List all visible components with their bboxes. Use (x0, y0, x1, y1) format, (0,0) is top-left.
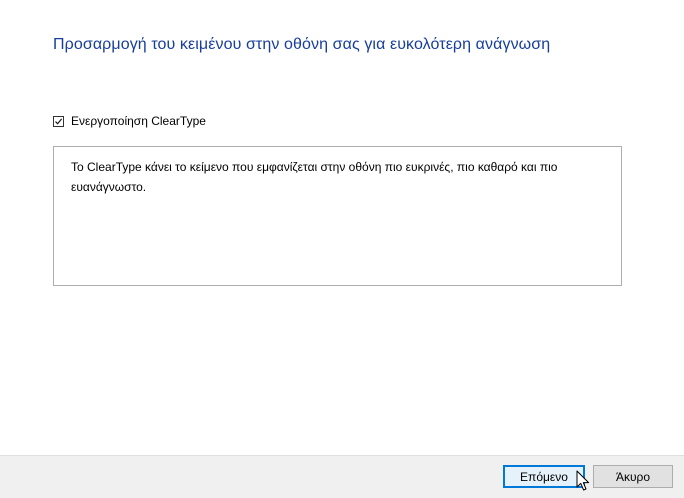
page-title: Προσαρμογή του κειμένου στην οθόνη σας γ… (53, 36, 551, 53)
check-icon (55, 118, 63, 125)
cancel-button[interactable]: Άκυρο (593, 465, 673, 488)
cleartype-checkbox-label[interactable]: Ενεργοποίηση ClearType (71, 114, 206, 128)
cleartype-checkbox-row[interactable]: Ενεργοποίηση ClearType (53, 114, 206, 128)
description-box: Το ClearType κάνει το κείμενο που εμφανί… (53, 146, 622, 286)
description-text: Το ClearType κάνει το κείμενο που εμφανί… (71, 160, 558, 194)
wizard-content: Προσαρμογή του κειμένου στην οθόνη σας γ… (0, 0, 684, 455)
next-button[interactable]: Επόμενο (503, 465, 585, 488)
cleartype-checkbox[interactable] (53, 115, 64, 127)
mouse-pointer-icon (576, 470, 590, 491)
